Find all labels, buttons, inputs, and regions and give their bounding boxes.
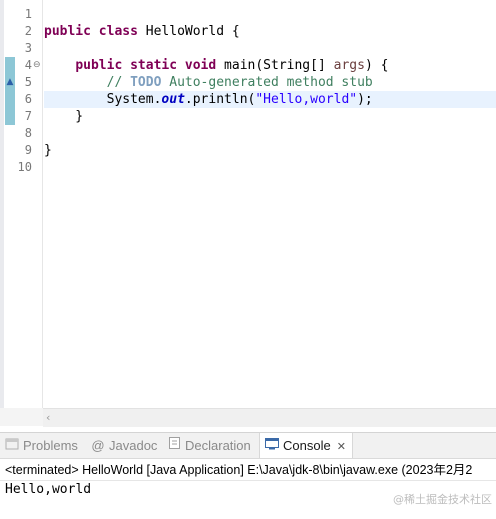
code-line-2: public class HelloWorld { (44, 23, 496, 40)
line-number: 3 (24, 41, 32, 55)
line-number: 2 (24, 24, 32, 38)
comment: Auto-generated method stub (161, 75, 373, 90)
comment: // (106, 75, 131, 90)
code-text: } (44, 143, 52, 158)
line-number: 10 (17, 160, 32, 174)
code-text: HelloWorld { (137, 24, 240, 39)
line-number: 4 (24, 58, 32, 72)
code-line-4: public static void main(String[] args) { (44, 57, 496, 74)
code-text: main(String[] (216, 58, 334, 73)
line-number: 6 (24, 92, 32, 106)
static-field: out (161, 92, 185, 107)
override-triangle-icon[interactable]: ▲ (5, 77, 15, 87)
keyword: class (98, 24, 138, 39)
line-number: 1 (24, 7, 32, 21)
line-number: 5 (24, 75, 32, 89)
code-text: ); (357, 92, 373, 107)
keyword: static (130, 58, 178, 73)
code-text: } (44, 109, 84, 124)
tab-label: Declaration (185, 438, 251, 453)
problems-icon (4, 433, 20, 458)
code-line-6-current: System.out.println("Hello,world"); (44, 91, 496, 108)
tab-label: Console (283, 438, 331, 453)
tab-javadoc[interactable]: @ Javadoc (90, 433, 157, 458)
watermark: @稀土掘金技术社区 (393, 493, 492, 506)
code-text: System. (106, 92, 162, 107)
string-literal: "Hello,world" (255, 92, 358, 107)
scroll-left-arrow-icon[interactable]: ‹ (46, 409, 50, 426)
horizontal-scrollbar[interactable]: ‹ (43, 408, 496, 427)
code-line-5: // TODO Auto-generated method stub (44, 74, 496, 91)
panel-tab-bar: Problems @ Javadoc Declaration Console ✕ (0, 433, 496, 459)
tab-label: Problems (23, 438, 78, 453)
editor-left-strip (0, 0, 4, 408)
code-text: ) { (364, 58, 389, 73)
tab-declaration[interactable]: Declaration (166, 433, 251, 458)
console-launch-info: <terminated> HelloWorld [Java Applicatio… (5, 463, 473, 477)
parameter-name: args (333, 58, 365, 73)
console-output[interactable]: Hello,world (5, 481, 91, 498)
tab-console[interactable]: Console ✕ (259, 433, 353, 458)
code-line-9: } (44, 142, 496, 159)
close-icon[interactable]: ✕ (337, 441, 346, 453)
code-line-7: } (44, 108, 496, 125)
keyword: void (184, 58, 217, 73)
bottom-panel: Problems @ Javadoc Declaration Console ✕ <… (0, 432, 496, 519)
ruler-corner (0, 408, 43, 426)
declaration-icon (166, 433, 182, 458)
keyword: public (75, 58, 123, 73)
at-sign-icon: @ (91, 438, 105, 453)
keyword: public (44, 24, 91, 39)
tab-problems[interactable]: Problems (4, 433, 78, 458)
todo-tag: TODO (130, 75, 162, 90)
tab-label: Javadoc (109, 438, 158, 453)
line-number: 8 (24, 126, 32, 140)
console-icon (264, 433, 280, 458)
code-text: .println( (184, 92, 256, 107)
code-editor[interactable]: ▲ 1 2 3 4 5 6 7 8 9 10 ⊖ public class He… (0, 0, 496, 428)
collapse-minus-icon[interactable]: ⊖ (33, 61, 42, 70)
line-number: 9 (24, 143, 32, 157)
line-number: 7 (24, 109, 32, 123)
override-annotation-bar: ▲ (5, 57, 15, 125)
